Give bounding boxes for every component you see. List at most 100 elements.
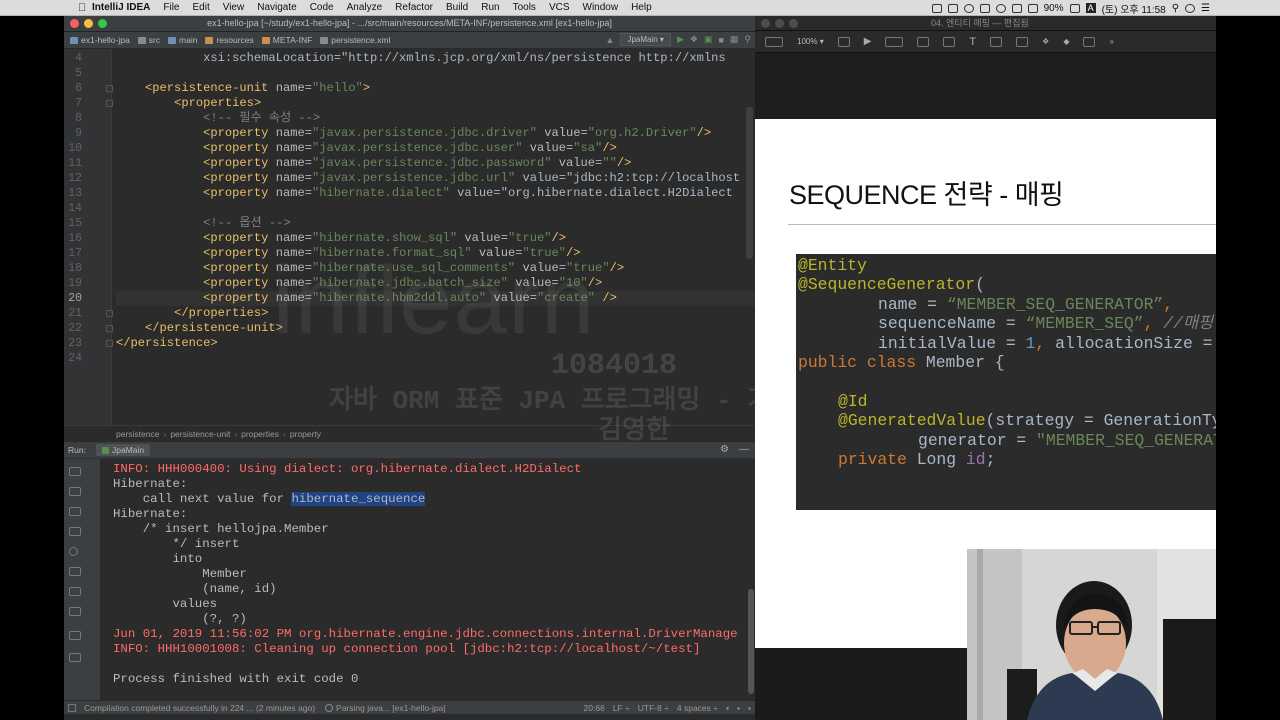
xml-breadcrumb-item[interactable]: persistence-unit [170, 429, 230, 439]
menu-refactor[interactable]: Refactor [395, 2, 433, 13]
keynote-close-button[interactable] [761, 19, 770, 28]
xml-breadcrumb-item[interactable]: persistence [116, 429, 159, 439]
record-icon[interactable] [931, 3, 942, 13]
menu-view[interactable]: View [223, 2, 245, 13]
coverage-icon[interactable]: ▣ [704, 34, 713, 45]
text-icon[interactable]: T [969, 36, 976, 48]
run-console[interactable]: INFO: HHH000400: Using dialect: org.hibe… [64, 459, 755, 700]
editor-scrollbar[interactable] [746, 107, 753, 259]
soft-wrap-icon[interactable] [69, 527, 81, 536]
run-icon[interactable]: ▶ [677, 34, 684, 45]
fold-icon[interactable] [106, 325, 113, 332]
time-machine-icon[interactable] [995, 3, 1006, 13]
menu-app-name[interactable]: IntelliJ IDEA [92, 2, 150, 13]
battery-percent[interactable]: 90% [1044, 3, 1064, 14]
settings-gear-icon[interactable]: ⚙ [720, 444, 729, 455]
status-widget[interactable]: UTF-8 ÷ [638, 703, 669, 713]
stop-icon[interactable]: ■ [718, 35, 723, 45]
fold-icon[interactable] [106, 340, 113, 347]
scroll-to-end-icon[interactable] [69, 567, 81, 576]
nav-crumb-1[interactable]: src [137, 35, 160, 45]
fold-icon[interactable] [106, 85, 113, 92]
xml-breadcrumb-item[interactable]: properties [241, 429, 279, 439]
animate-icon[interactable]: ◆ [1063, 37, 1069, 46]
battery-icon[interactable] [1069, 3, 1080, 13]
run-tab[interactable]: JpaMain [95, 444, 151, 456]
console-scrollbar[interactable] [748, 589, 754, 694]
pin-icon[interactable] [69, 653, 81, 662]
menu-extra-icon[interactable] [947, 3, 958, 13]
zoom-select[interactable]: 100% ▾ [797, 37, 824, 46]
debug-icon[interactable]: ❖ [690, 34, 698, 45]
slide-title: SEQUENCE 전략 - 매핑 [789, 180, 1064, 210]
notifications-icon[interactable]: ▪ [748, 703, 751, 713]
document-icon[interactable] [1083, 36, 1096, 47]
format-icon[interactable]: ❖ [1042, 37, 1049, 46]
more-icon[interactable]: » [1109, 37, 1113, 46]
menu-edit[interactable]: Edit [192, 2, 209, 13]
close-window-button[interactable] [70, 19, 79, 28]
run-config-select[interactable]: JpaMain ▾ [620, 33, 671, 46]
status-widget[interactable]: 4 spaces ÷ [677, 703, 718, 713]
menu-run[interactable]: Run [481, 2, 499, 13]
git-icon[interactable]: ▪ [737, 703, 740, 713]
menu-vcs[interactable]: VCS [549, 2, 570, 13]
table-icon[interactable] [917, 36, 930, 47]
menu-window[interactable]: Window [583, 2, 619, 13]
keynote-live-icon[interactable] [885, 36, 904, 47]
stop-run-icon[interactable] [69, 487, 81, 496]
view-icon[interactable] [765, 36, 783, 47]
fold-icon[interactable] [106, 310, 113, 317]
menu-help[interactable]: Help [631, 2, 652, 13]
pause-output-icon[interactable] [69, 507, 81, 516]
fold-icon[interactable] [106, 100, 113, 107]
minimize-window-button[interactable] [84, 19, 93, 28]
cloud-icon[interactable] [979, 3, 990, 13]
zoom-window-button[interactable] [98, 19, 107, 28]
nav-crumb-3[interactable]: resources [205, 35, 254, 45]
spotlight-icon[interactable]: ⚲ [1172, 3, 1179, 14]
nav-crumb-0[interactable]: ex1-hello-jpa [70, 35, 130, 45]
status-message[interactable]: Compilation completed successfully in 22… [84, 703, 315, 713]
media-icon[interactable] [1016, 36, 1029, 47]
project-structure-icon[interactable]: ▦ [730, 34, 739, 45]
rerun-icon[interactable] [69, 467, 81, 476]
input-source-indicator[interactable]: A [1085, 3, 1096, 13]
menu-tools[interactable]: Tools [513, 2, 536, 13]
camera-icon[interactable] [69, 547, 78, 556]
layout-icon[interactable] [69, 631, 81, 640]
nav-crumb-2[interactable]: main [168, 35, 197, 45]
menu-analyze[interactable]: Analyze [347, 2, 383, 13]
add-slide-icon[interactable] [837, 36, 850, 47]
volume-icon[interactable] [1027, 3, 1038, 13]
shape-icon[interactable] [990, 36, 1003, 47]
nav-crumb-5[interactable]: persistence.xml [320, 35, 390, 45]
trash-icon[interactable] [69, 607, 81, 616]
hide-panel-icon[interactable]: — [739, 444, 749, 455]
tool-windows-icon[interactable] [68, 703, 76, 712]
build-icon[interactable]: ▲ [606, 35, 615, 45]
menu-file[interactable]: File [163, 2, 179, 13]
notification-center-icon[interactable]: ☰ [1201, 3, 1210, 14]
nav-crumb-4[interactable]: META-INF [261, 35, 312, 45]
menu-navigate[interactable]: Navigate [257, 2, 296, 13]
menu-code[interactable]: Code [310, 2, 334, 13]
lock-icon[interactable]: ▪ [726, 703, 729, 713]
sync-icon[interactable] [963, 3, 974, 13]
status-widget[interactable]: LF ÷ [613, 703, 630, 713]
wifi-icon[interactable] [1011, 3, 1022, 13]
apple-icon[interactable]:  [78, 2, 92, 14]
menu-build[interactable]: Build [446, 2, 468, 13]
search-icon[interactable]: ⚲ [744, 34, 751, 45]
chart-icon[interactable] [943, 36, 956, 47]
menubar-clock[interactable]: (토) 오후 11:58 [1102, 1, 1166, 16]
keynote-zoom-button[interactable] [789, 19, 798, 28]
play-icon[interactable]: ▶ [864, 36, 872, 47]
code-editor[interactable]: 4 5 6 7 8 9 10 11 12 13 14 15 16 17 18 19 20 21 22 23 24 xsi… [64, 49, 755, 446]
print-icon[interactable] [69, 587, 81, 596]
background-task[interactable]: Parsing java... [ex1-hello-jpa] [325, 703, 446, 713]
xml-breadcrumb-item[interactable]: property [290, 429, 321, 439]
user-icon[interactable] [1185, 3, 1196, 13]
keynote-minimize-button[interactable] [775, 19, 784, 28]
status-widget[interactable]: 20:66 [584, 703, 605, 713]
